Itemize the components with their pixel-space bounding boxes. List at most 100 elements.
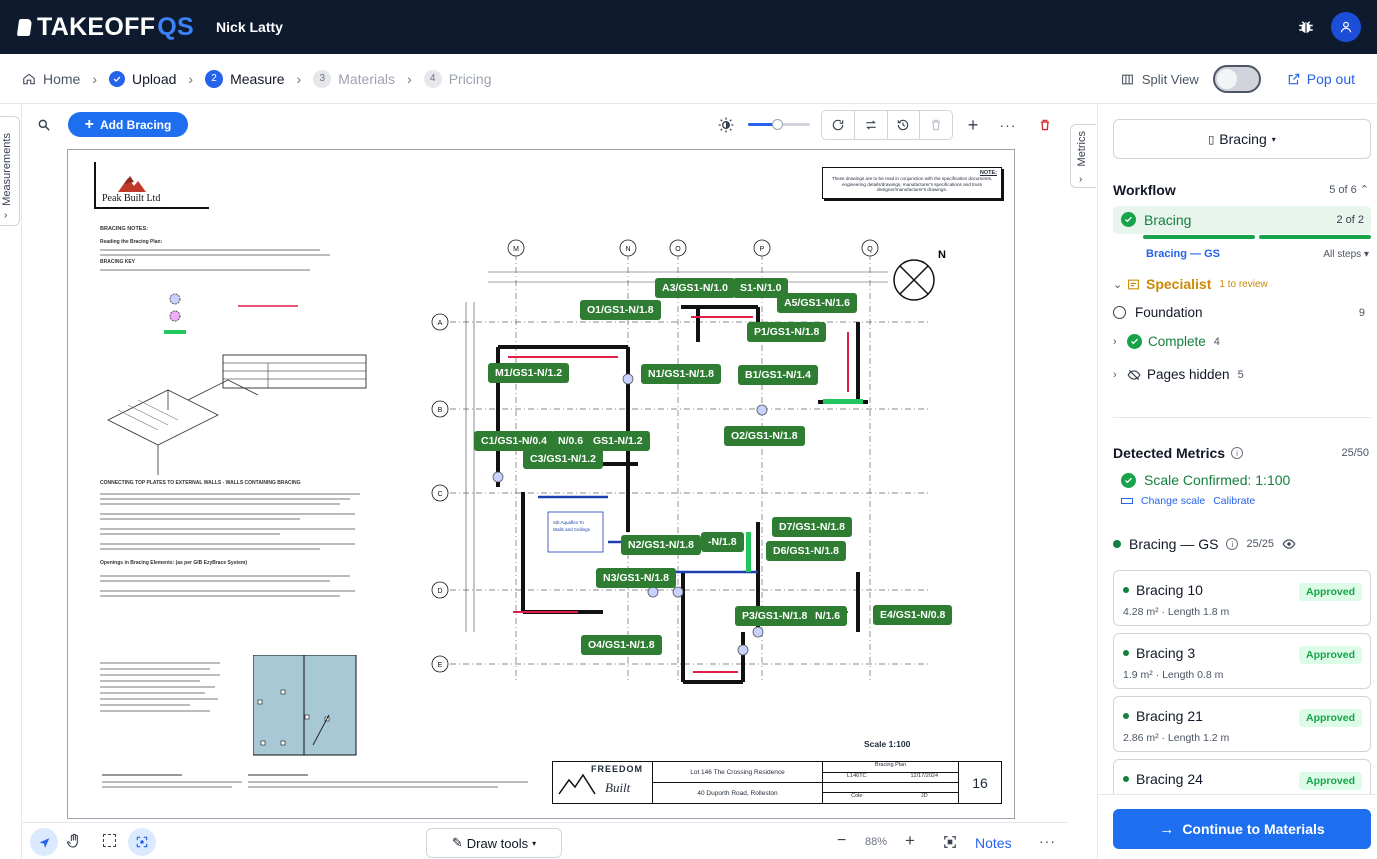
info-icon[interactable]: i — [1226, 538, 1239, 550]
bracing-tag[interactable]: N2/GS1-N/1.8 — [621, 535, 701, 555]
metric-group-count: 25/25 — [1246, 538, 1275, 550]
fit-screen-icon[interactable] — [943, 835, 957, 854]
rotate-icon[interactable] — [822, 111, 855, 139]
chevron-right-icon: › — [92, 70, 98, 87]
select-area-icon[interactable] — [103, 834, 116, 847]
metric-card[interactable]: Bracing 10 4.28 m² · Length 1.8 m Approv… — [1113, 570, 1371, 626]
breadcrumb-upload[interactable]: Upload — [109, 70, 176, 87]
note-text: These drawings are to be read in conjunc… — [831, 176, 993, 192]
more-icon[interactable]: ··· — [994, 111, 1022, 139]
bracing-tag[interactable]: P3/GS1-N/1.8 — [735, 606, 815, 626]
brightness-slider[interactable] — [748, 119, 810, 130]
flip-icon[interactable] — [855, 111, 888, 139]
breadcrumb-pricing[interactable]: 4 Pricing — [423, 69, 491, 88]
info-icon[interactable]: i — [1231, 447, 1244, 459]
bracing-tag[interactable]: -N/1.8 — [701, 532, 744, 552]
bracing-tag[interactable]: N3/GS1-N/1.8 — [596, 568, 676, 588]
brightness-icon[interactable] — [712, 111, 740, 139]
metric-card-name: Bracing 24 — [1136, 771, 1203, 787]
workflow-step-foundation[interactable]: Foundation 9 — [1113, 305, 1371, 320]
bracing-tag[interactable]: GS1-N/1.2 — [586, 431, 650, 451]
left-rail: Measurements › — [0, 104, 22, 859]
bracing-tag[interactable]: C1/GS1-N/0.4 — [474, 431, 554, 451]
grid-row-label: A — [438, 320, 443, 327]
delete-icon[interactable] — [1031, 111, 1059, 139]
more-icon[interactable]: ··· — [1039, 833, 1056, 849]
bracing-tag[interactable]: O1/GS1-N/1.8 — [580, 300, 661, 320]
category-dropdown[interactable]: ▯ Bracing ▾ — [1113, 119, 1371, 159]
check-icon — [109, 70, 126, 87]
specialist-icon — [1128, 279, 1139, 289]
zoom-in-button[interactable]: + — [905, 831, 915, 851]
eye-icon[interactable] — [1282, 537, 1296, 551]
bracing-tag[interactable]: A3/GS1-N/1.0 — [655, 278, 735, 298]
bracing-tag[interactable]: B1/GS1-N/1.4 — [738, 365, 818, 385]
chevron-right-icon: › — [1113, 335, 1117, 348]
metric-card[interactable]: Bracing 3 1.9 m² · Length 0.8 m Approved — [1113, 633, 1371, 689]
history-icon[interactable] — [888, 111, 921, 139]
pop-out-button[interactable]: Pop out — [1287, 71, 1355, 87]
metric-group-header[interactable]: Bracing — GS i 25/25 — [1113, 536, 1296, 552]
measurements-tab[interactable]: Measurements › — [0, 116, 20, 226]
breadcrumb-home[interactable]: Home — [22, 71, 80, 87]
workflow-step-bracing[interactable]: Bracing 2 of 2 — [1113, 206, 1371, 234]
workflow-count[interactable]: 5 of 6 ⌃ — [1329, 183, 1369, 196]
notes-button[interactable]: Notes — [975, 835, 1012, 851]
chevron-up-icon: ⌃ — [1359, 184, 1369, 196]
metric-card[interactable]: Bracing 21 2.86 m² · Length 1.2 m Approv… — [1113, 696, 1371, 752]
bracing-tag[interactable]: C3/GS1-N/1.2 — [523, 449, 603, 469]
auto-detect-icon[interactable] — [128, 828, 156, 856]
scale-label: Scale 1:100 — [864, 739, 911, 749]
bracing-tag[interactable]: P1/GS1-N/1.8 — [747, 322, 827, 342]
all-steps-dropdown[interactable]: All steps ▾ — [1323, 249, 1369, 260]
bracing-tag[interactable]: N1/GS1-N/1.8 — [641, 364, 721, 384]
continue-to-materials-button[interactable]: → Continue to Materials — [1113, 809, 1371, 849]
search-icon[interactable] — [30, 111, 58, 139]
eye-off-icon — [1127, 369, 1141, 380]
breadcrumb-measure[interactable]: 2 Measure — [205, 69, 285, 88]
breadcrumb-materials[interactable]: 3 Materials — [313, 69, 395, 88]
title-code: L146TC — [846, 773, 867, 779]
connecting-title: CONNECTING TOP PLATES TO EXTERNAL WALLS … — [100, 480, 301, 486]
calibrate-link[interactable]: Calibrate — [1213, 495, 1255, 507]
metric-card-meta: 4.28 m² · Length 1.8 m — [1123, 606, 1230, 618]
hand-icon[interactable] — [66, 833, 82, 854]
svg-text:Walls and Ceilings: Walls and Ceilings — [553, 527, 591, 532]
title-sheet-name: Bracing Plan — [823, 762, 958, 773]
bug-report-icon[interactable] — [1295, 16, 1317, 38]
zoom-out-button[interactable]: − — [837, 832, 846, 850]
user-name: Nick Latty — [216, 19, 283, 35]
workflow-step-specialist[interactable]: ⌄ Specialist 1 to review — [1113, 276, 1268, 292]
bracing-tag[interactable]: O2/GS1-N/1.8 — [724, 426, 805, 446]
bracing-tag[interactable]: N/1.6 — [808, 606, 848, 626]
metrics-panel: ▯ Bracing ▾ Workflow 5 of 6 ⌃ Bracing 2 … — [1097, 104, 1377, 859]
drawing-sheet[interactable]: Peak Built Ltd NOTE: These drawings are … — [67, 149, 1015, 819]
pointer-icon[interactable] — [30, 828, 58, 856]
specialist-review: 1 to review — [1219, 278, 1268, 290]
split-view-toggle[interactable] — [1212, 65, 1261, 93]
chevron-down-icon: ⌄ — [1113, 278, 1123, 291]
bracing-tag[interactable]: A5/GS1-N/1.6 — [777, 293, 857, 313]
trash-icon[interactable] — [920, 111, 952, 139]
add-icon[interactable]: + — [959, 111, 987, 139]
status-dot — [1123, 587, 1129, 593]
workflow-pages-hidden[interactable]: › Pages hidden 5 — [1113, 367, 1244, 382]
draw-tools-button[interactable]: ✎ Draw tools ▾ — [426, 828, 562, 858]
metric-card-meta: 1.9 m² · Length 0.8 m — [1123, 669, 1224, 681]
bracing-tag[interactable]: D7/GS1-N/1.8 — [772, 517, 852, 537]
bracing-tag[interactable]: M1/GS1-N/1.2 — [488, 363, 570, 383]
user-avatar-icon[interactable] — [1331, 12, 1361, 42]
workflow-complete-group[interactable]: › Complete 4 — [1113, 334, 1220, 349]
metrics-tab[interactable]: Metrics › — [1070, 124, 1096, 188]
add-bracing-button[interactable]: + Add Bracing — [68, 112, 188, 137]
bracing-tag[interactable]: E4/GS1-N/0.8 — [873, 605, 953, 625]
bracing-gs-link[interactable]: Bracing — GS — [1146, 248, 1220, 260]
change-scale-link[interactable]: Change scale — [1141, 495, 1205, 507]
app-logo[interactable]: TAKEOFF QS — [16, 13, 194, 42]
company-name: Peak Built Ltd — [102, 193, 161, 204]
svg-text:N: N — [938, 249, 946, 261]
opening-detail-diagram — [253, 655, 357, 756]
bracing-tag[interactable]: D6/GS1-N/1.8 — [766, 541, 846, 561]
bracing-tag[interactable]: N/0.6 — [551, 431, 591, 451]
bracing-tag[interactable]: O4/GS1-N/1.8 — [581, 635, 662, 655]
